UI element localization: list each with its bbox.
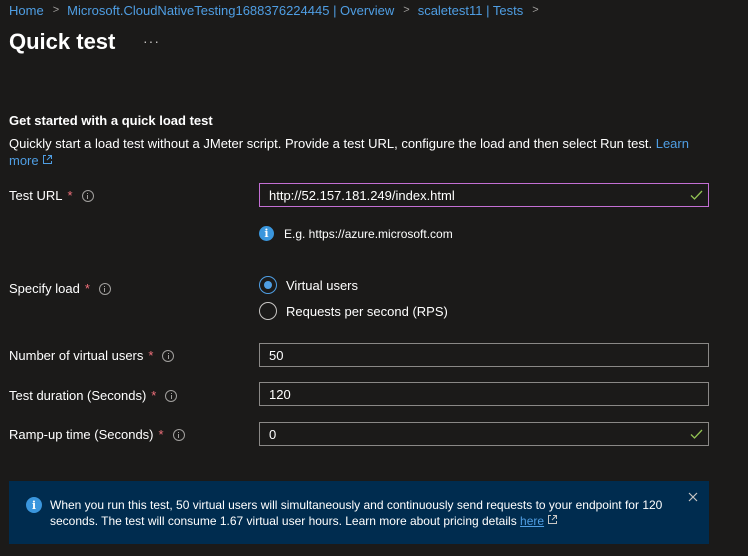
- page-title: Quick test: [9, 29, 116, 54]
- radio-requests-per-second[interactable]: Requests per second (RPS): [259, 302, 448, 320]
- specify-load-label: Specify load *: [9, 281, 111, 296]
- virtual-users-input[interactable]: 50: [259, 343, 709, 367]
- info-icon[interactable]: [81, 189, 94, 202]
- duration-input[interactable]: 120: [259, 382, 709, 406]
- required-asterisk: *: [158, 427, 164, 442]
- required-asterisk: *: [151, 388, 157, 403]
- required-asterisk: *: [67, 188, 73, 203]
- info-icon[interactable]: [98, 282, 111, 295]
- info-banner-text: When you run this test, 50 virtual users…: [50, 498, 663, 528]
- test-url-hint: i E.g. https://azure.microsoft.com: [259, 226, 453, 241]
- radio-virtual-users[interactable]: Virtual users: [259, 276, 358, 294]
- more-options-button[interactable]: ···: [143, 33, 159, 51]
- ramp-up-label: Ramp-up time (Seconds) *: [9, 427, 185, 442]
- breadcrumb: Home > Microsoft.CloudNativeTesting16883…: [9, 2, 547, 18]
- test-url-input[interactable]: http://52.157.181.249/index.html: [259, 183, 709, 207]
- chevron-right-icon: >: [532, 4, 539, 16]
- section-description: Quickly start a load test without a JMet…: [9, 135, 709, 169]
- chevron-right-icon: >: [52, 4, 60, 16]
- duration-label: Test duration (Seconds) *: [9, 388, 178, 403]
- ramp-up-input[interactable]: 0: [259, 422, 709, 446]
- virtual-users-label: Number of virtual users *: [9, 348, 175, 363]
- radio-selected-indicator[interactable]: [259, 276, 277, 294]
- section-title: Get started with a quick load test: [9, 113, 213, 128]
- info-banner: i When you run this test, 50 virtual use…: [9, 481, 709, 544]
- required-asterisk: *: [84, 281, 90, 296]
- required-asterisk: *: [148, 348, 154, 363]
- breadcrumb-tests[interactable]: scaletest11 | Tests: [418, 3, 524, 18]
- info-icon[interactable]: [162, 349, 175, 362]
- radio-indicator[interactable]: [259, 302, 277, 320]
- info-icon[interactable]: [165, 389, 178, 402]
- info-icon[interactable]: [172, 428, 185, 441]
- info-filled-icon: i: [26, 497, 42, 513]
- breadcrumb-resource[interactable]: Microsoft.CloudNativeTesting168837622444…: [67, 3, 394, 18]
- external-link-icon: [548, 515, 558, 524]
- close-icon[interactable]: [687, 491, 699, 503]
- test-url-label: Test URL *: [9, 188, 94, 203]
- external-link-icon: [42, 155, 52, 164]
- info-filled-icon: i: [259, 226, 274, 241]
- checkmark-icon: [690, 429, 703, 439]
- chevron-right-icon: >: [403, 4, 410, 16]
- breadcrumb-home[interactable]: Home: [9, 3, 44, 18]
- section-description-text: Quickly start a load test without a JMet…: [9, 136, 653, 151]
- pricing-details-link[interactable]: here: [520, 514, 544, 528]
- checkmark-icon: [690, 190, 703, 200]
